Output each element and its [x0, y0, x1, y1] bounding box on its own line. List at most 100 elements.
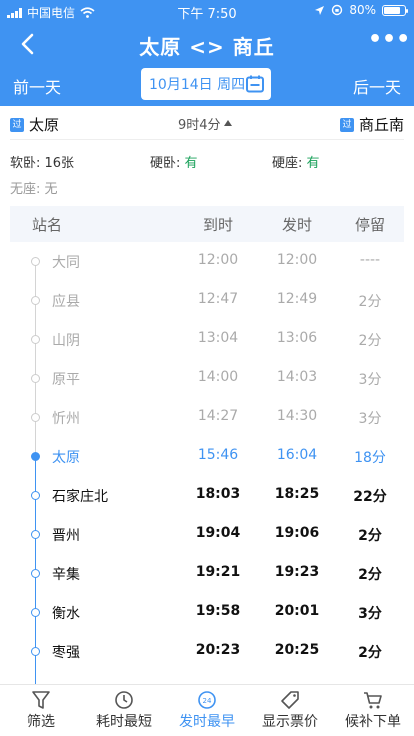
arrive-time: 14:00 [197, 369, 239, 385]
station-name: 忻州 [52, 411, 80, 427]
show-price-button[interactable]: 显示票价 [249, 689, 331, 731]
stop-duration: 2分 [358, 333, 382, 349]
depart-time: 19:23 [274, 564, 320, 580]
clock-icon [115, 691, 133, 709]
table-row[interactable]: 晋州 19:04 19:06 2分 [10, 515, 404, 554]
waitlist-button[interactable]: 候补下单 [332, 689, 414, 731]
table-row[interactable]: 应县 12:47 12:49 2分 [10, 281, 404, 320]
station-name: 衡水 [52, 606, 80, 622]
station-name: 太原 [52, 450, 80, 466]
duration-toggle[interactable]: 9时4分 [178, 114, 232, 133]
price-tag-icon [281, 691, 299, 709]
stop-duration: 3分 [358, 372, 382, 388]
station-name: 应县 [52, 294, 80, 310]
battery-icon [382, 4, 408, 16]
stop-duration: 18分 [354, 450, 386, 466]
table-row[interactable]: 枣强 20:23 20:25 2分 [10, 632, 404, 671]
show-price-label: 显示票价 [262, 714, 318, 730]
duration-label: 9时4分 [178, 118, 221, 133]
page-title: 太原 <> 商丘 [139, 35, 275, 59]
col-stop: 停留 [354, 216, 385, 234]
depart-time: 12:49 [276, 291, 318, 307]
route-row: 过 太原 9时4分 过 商丘南 [10, 106, 404, 140]
stop-duration: 2分 [358, 567, 382, 583]
app-header: 中国电信 下午 7:50 80% 太原 <> 商丘 ••• 前一天 10月14日… [0, 0, 414, 106]
bottom-toolbar: 筛选 耗时最短 24 发时最早 显示票价 候补下单 [0, 684, 414, 736]
arrive-time: 13:04 [197, 330, 239, 346]
arrive-time: 12:00 [197, 252, 239, 268]
table-row[interactable]: 山阴 13:04 13:06 2分 [10, 320, 404, 359]
table-row[interactable]: 大同 12:00 12:00 ---- [10, 242, 404, 281]
depart-time: 12:00 [276, 252, 318, 268]
calendar-icon [246, 75, 264, 93]
col-arrive: 到时 [202, 216, 233, 234]
depart-time: 14:30 [276, 408, 318, 424]
station-name: 山阴 [52, 333, 80, 349]
date-label: 10月14日 周四 [149, 77, 246, 93]
prev-day-button[interactable]: 前一天 [13, 74, 61, 98]
arrive-time: 19:04 [195, 525, 241, 541]
rotation-lock-icon [332, 4, 343, 16]
table-row[interactable]: 石家庄北 18:03 18:25 22分 [10, 476, 404, 515]
more-button[interactable]: ••• [368, 29, 410, 58]
arrive-time: 14:27 [197, 408, 239, 424]
stop-duration: 3分 [358, 411, 382, 427]
pass-badge-to: 过 [339, 117, 354, 132]
table-row[interactable]: 辛集 19:21 19:23 2分 [10, 554, 404, 593]
seat-hard-sleeper: 硬卧: 有 [150, 156, 198, 171]
seat-hard-seat: 硬座: 有 [272, 156, 320, 171]
location-icon [315, 5, 325, 15]
station-name: 晋州 [52, 528, 80, 544]
svg-text:24: 24 [203, 697, 212, 705]
to-station-label: 商丘南 [358, 116, 404, 134]
date-bar: 前一天 10月14日 周四 后一天 [0, 66, 414, 106]
station-name: 石家庄北 [52, 489, 108, 505]
station-name: 原平 [52, 372, 80, 388]
depart-time: 20:01 [274, 603, 320, 619]
seat-no-seat: 无座: 无 [10, 182, 58, 197]
arrive-time: 20:23 [195, 642, 241, 658]
from-station[interactable]: 过 太原 [10, 114, 59, 135]
shortest-time-button[interactable]: 耗时最短 [83, 689, 165, 731]
battery-percent: 80% [349, 3, 376, 17]
depart-time: 14:03 [276, 369, 318, 385]
stop-duration: ---- [359, 252, 381, 268]
filter-button[interactable]: 筛选 [0, 689, 82, 731]
24h-icon: 24 [198, 691, 216, 709]
table-row[interactable]: 太原 15:46 16:04 18分 [10, 437, 404, 476]
arrive-time: 19:21 [195, 564, 241, 580]
arrive-time: 19:58 [195, 603, 241, 619]
stop-duration: 2分 [358, 528, 382, 544]
seat-soft-sleeper: 软卧: 16张 [10, 156, 75, 171]
table-row[interactable]: 忻州 14:27 14:30 3分 [10, 398, 404, 437]
depart-time: 19:06 [274, 525, 320, 541]
caret-up-icon [223, 119, 232, 126]
col-depart: 发时 [281, 216, 312, 234]
shortest-time-label: 耗时最短 [96, 714, 152, 730]
col-station: 站名 [32, 216, 63, 234]
stops-table-header: 站名 到时 发时 停留 [10, 206, 404, 242]
cart-icon [364, 692, 382, 709]
station-name: 枣强 [52, 645, 80, 661]
nav-bar: 太原 <> 商丘 ••• [0, 22, 414, 66]
status-bar: 中国电信 下午 7:50 80% [0, 0, 414, 22]
to-station[interactable]: 过 商丘南 [339, 114, 404, 135]
depart-time: 13:06 [276, 330, 318, 346]
filter-label: 筛选 [27, 714, 55, 730]
filter-icon [32, 691, 50, 709]
earliest-depart-button[interactable]: 24 发时最早 [166, 689, 248, 731]
pass-badge-from: 过 [10, 117, 24, 132]
date-picker[interactable]: 10月14日 周四 [141, 68, 271, 100]
table-row[interactable]: 原平 14:00 14:03 3分 [10, 359, 404, 398]
stops-list: 大同 12:00 12:00 ---- 应县 12:47 12:49 2分 山阴 13:04 13:… [10, 242, 404, 684]
depart-time: 20:25 [274, 642, 320, 658]
waitlist-label: 候补下单 [345, 714, 401, 730]
next-day-button[interactable]: 后一天 [353, 74, 401, 98]
train-summary-card: 过 太原 9时4分 过 商丘南 软卧: 16张 硬卧: 有 硬座: 有 无座: … [10, 106, 404, 206]
stop-duration: 22分 [353, 489, 387, 505]
stop-duration: 2分 [358, 294, 382, 310]
station-name: 辛集 [52, 567, 80, 583]
earliest-depart-label: 发时最早 [179, 714, 235, 730]
table-row[interactable]: 衡水 19:58 20:01 3分 [10, 593, 404, 632]
from-station-label: 太原 [29, 116, 60, 134]
